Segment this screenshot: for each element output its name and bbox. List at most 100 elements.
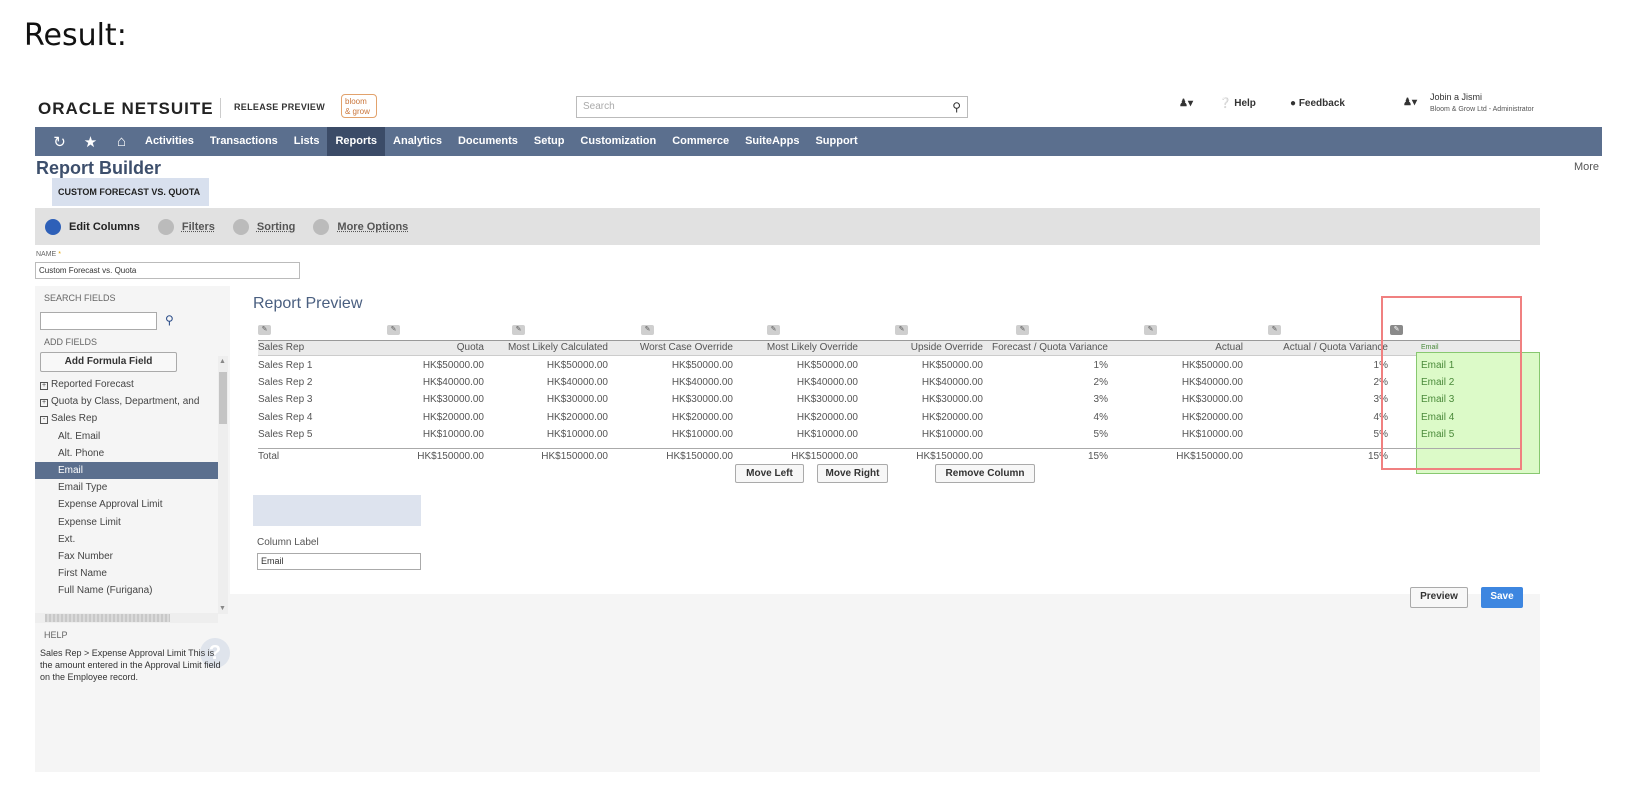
edit-column-icon[interactable]: ✎ [258, 325, 271, 335]
preview-button[interactable]: Preview [1410, 587, 1468, 608]
field-item[interactable]: Expense Limit [35, 514, 218, 531]
step-sorting[interactable]: Sorting [232, 218, 296, 235]
table-row: Sales Rep 5 HK$10000.00 HK$10000.00 HK$1000… [258, 429, 1520, 446]
star-icon[interactable]: ★ [75, 133, 106, 151]
table-cell: HK$50000.00 [422, 360, 484, 371]
field-search-input[interactable] [40, 312, 157, 330]
field-item-label: Alt. Phone [58, 447, 105, 459]
step-dot [313, 218, 330, 235]
table-cell: HK$20000.00 [422, 411, 484, 423]
table-cell: 1% [1093, 360, 1108, 371]
search-icon[interactable]: ⚲ [952, 100, 961, 114]
step-filters[interactable]: Filters [157, 218, 215, 235]
edit-column-icon[interactable]: ✎ [641, 325, 654, 335]
edit-column-icon[interactable]: ✎ [1268, 325, 1281, 335]
home-icon[interactable]: ⌂ [106, 133, 137, 150]
help-link[interactable]: ❔ Help [1219, 98, 1256, 109]
step-label: Sorting [256, 220, 296, 233]
table-cell: HK$10000.00 [796, 428, 858, 440]
user-icon[interactable]: ♟▾ [1403, 97, 1417, 108]
step-more-options[interactable]: More Options [313, 218, 408, 235]
step-edit-columns[interactable]: Edit Columns [45, 218, 140, 235]
field-item[interactable]: Full Name (Furigana) [35, 582, 218, 599]
feedback-link[interactable]: ● Feedback [1290, 98, 1345, 109]
edit-column-icon[interactable]: ✎ [767, 325, 780, 335]
edit-column-icon[interactable]: ✎ [1016, 325, 1029, 335]
company-logo: bloom & grow [341, 94, 377, 118]
nav-lists[interactable]: Lists [286, 127, 328, 156]
field-list-hscrollbar[interactable] [35, 613, 218, 623]
remove-column-button[interactable]: Remove Column [935, 464, 1035, 483]
field-list-scrollbar[interactable]: ▲ ▼ [218, 356, 228, 614]
field-item[interactable]: + Quota by Class, Department, and [35, 393, 218, 410]
preview-footer-area [230, 594, 1540, 772]
table-cell: HK$40000.00 [1181, 377, 1243, 389]
nav-documents[interactable]: Documents [450, 127, 526, 156]
edit-column-icon[interactable]: ✎ [387, 325, 400, 335]
field-item[interactable]: Expense Approval Limit [35, 496, 218, 513]
scroll-thumb[interactable] [219, 372, 227, 424]
nav-reports[interactable]: Reports [327, 127, 386, 156]
scroll-down-icon[interactable]: ▼ [219, 605, 226, 612]
edit-column-icon[interactable]: ✎ [512, 325, 525, 335]
nav-transactions[interactable]: Transactions [202, 127, 286, 156]
help-text: Sales Rep > Expense Approval Limit This … [40, 648, 221, 682]
nav-setup[interactable]: Setup [526, 127, 573, 156]
recent-icon[interactable]: ↻ [44, 133, 75, 151]
table-cell: HK$30000.00 [921, 394, 983, 406]
field-search-icon[interactable]: ⚲ [165, 313, 174, 327]
field-item-label: Ext. [58, 533, 76, 545]
table-cell: Worst Case Override [639, 342, 733, 353]
field-item[interactable]: First Name [35, 565, 218, 582]
table-cell: HK$10000.00 [921, 428, 983, 440]
table-cell: HK$150000.00 [541, 451, 608, 462]
nav-customization[interactable]: Customization [572, 127, 664, 156]
scroll-up-icon[interactable]: ▲ [219, 358, 226, 365]
help-label: Help [1234, 98, 1256, 109]
move-right-button[interactable]: Move Right [817, 464, 888, 483]
column-label-input[interactable]: Email [257, 553, 421, 570]
move-left-button[interactable]: Move Left [735, 464, 804, 483]
edit-column-icon[interactable]: ✎ [895, 325, 908, 335]
column-preview-box [253, 495, 421, 526]
table-cell: HK$50000.00 [796, 360, 858, 371]
field-item[interactable]: Email Type [35, 479, 218, 496]
collapse-icon[interactable]: - [40, 416, 48, 425]
page-title: Report Builder [36, 158, 162, 178]
field-item[interactable]: Email [35, 461, 218, 480]
expand-icon[interactable]: + [40, 382, 48, 390]
builder-steps: Edit Columns Filters Sorting More Option… [35, 208, 1540, 245]
top-header: ORACLE NETSUITE RELEASE PREVIEW bloom & … [35, 88, 1602, 127]
field-item[interactable]: Alt. Email [35, 428, 218, 445]
report-name-input[interactable]: Custom Forecast vs. Quota [35, 262, 300, 279]
nav-commerce[interactable]: Commerce [664, 127, 737, 156]
table-cell: 5% [1093, 428, 1108, 440]
nav-activities[interactable]: Activities [137, 127, 202, 156]
edit-column-icon[interactable]: ✎ [1144, 325, 1157, 335]
field-item[interactable]: + Reported Forecast [35, 376, 218, 393]
field-item[interactable]: Alt. Phone [35, 445, 218, 462]
add-formula-field-button[interactable]: Add Formula Field [40, 352, 177, 372]
table-cell: HK$20000.00 [796, 411, 858, 423]
field-item[interactable]: Ext. [35, 531, 218, 548]
field-item-label: Alt. Email [58, 430, 101, 442]
hscroll-thumb[interactable] [45, 614, 170, 622]
oracle-netsuite-logo[interactable]: ORACLE NETSUITE [38, 99, 214, 119]
field-item[interactable]: Fax Number [35, 548, 218, 565]
user-menu[interactable]: Jobin a Jismi Bloom & Grow Ltd - Adminis… [1430, 92, 1534, 115]
nav-support[interactable]: Support [807, 127, 865, 156]
table-cell: Sales Rep 1 [258, 360, 313, 371]
roles-icon[interactable]: ♟▾ [1179, 98, 1193, 109]
table-cell: HK$50000.00 [671, 360, 733, 371]
global-search-input[interactable]: Search ⚲ [576, 96, 968, 118]
nav-analytics[interactable]: Analytics [385, 127, 450, 156]
expand-icon[interactable]: + [40, 399, 48, 408]
save-button[interactable]: Save [1481, 587, 1523, 608]
name-label: NAME * [36, 251, 61, 258]
nav-suiteapps[interactable]: SuiteApps [737, 127, 807, 156]
field-item[interactable]: - Sales Rep [35, 410, 218, 427]
more-link[interactable]: More [1574, 161, 1599, 173]
field-item-label: Reported Forecast [51, 379, 134, 390]
table-row: Sales Rep 4 HK$20000.00 HK$20000.00 HK$2000… [258, 412, 1520, 429]
table-cell: HK$40000.00 [422, 377, 484, 389]
